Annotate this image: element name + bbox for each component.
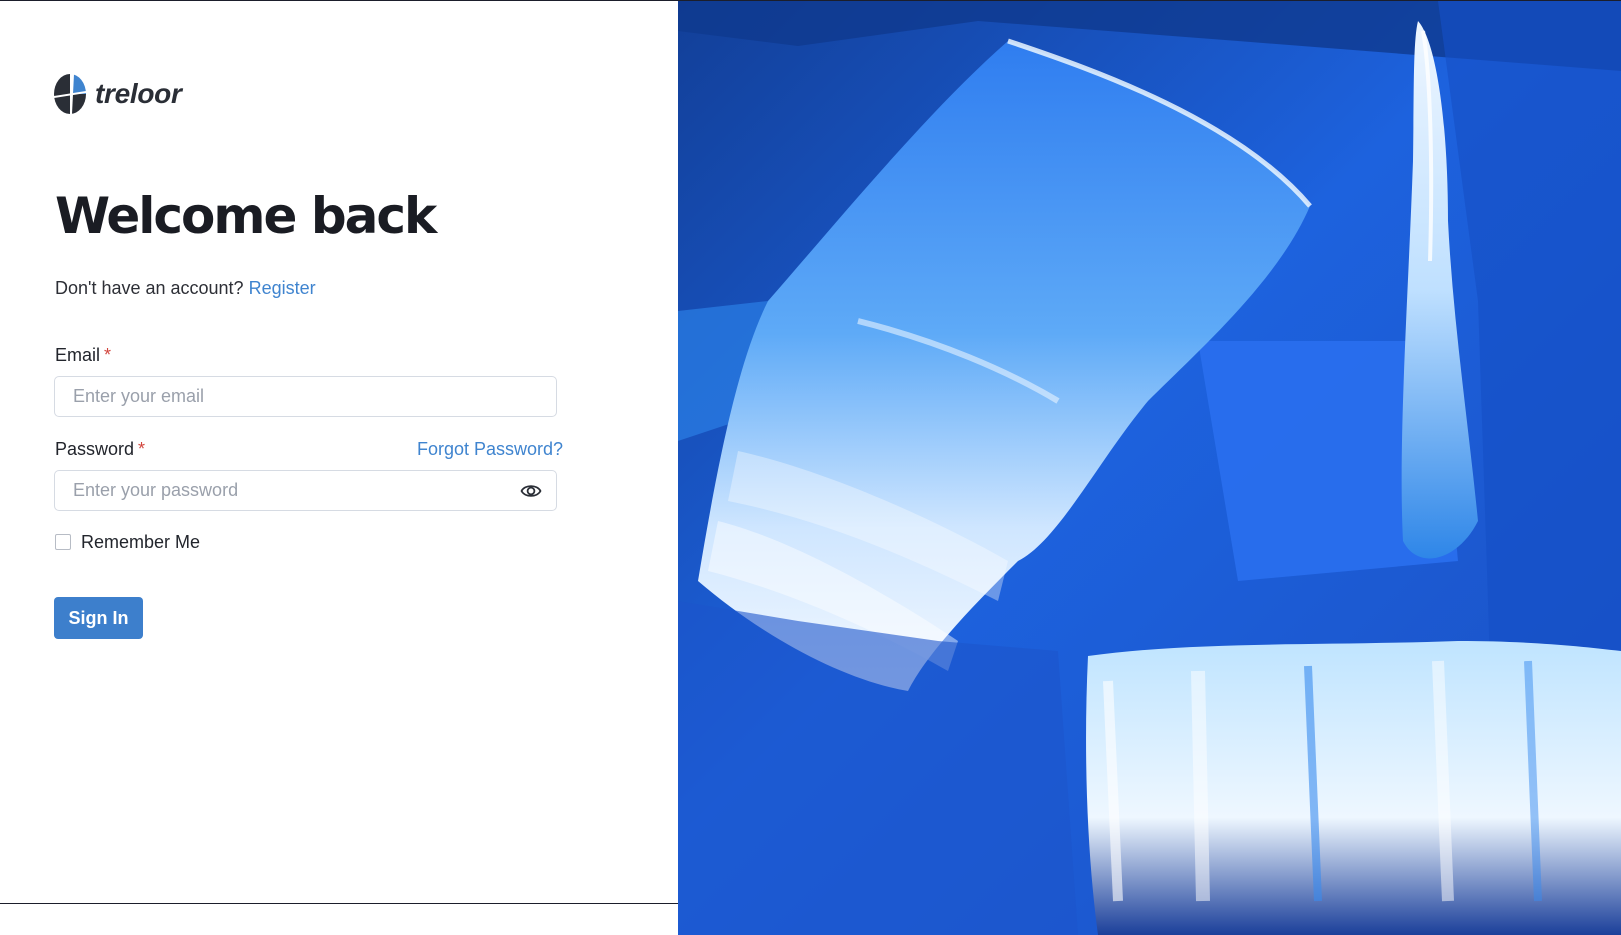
brand-name: treloor (95, 78, 182, 109)
eye-icon[interactable] (520, 481, 542, 501)
email-label: Email * (55, 343, 111, 367)
register-prompt-row: Don't have an account? Register (55, 276, 316, 300)
password-field-box (54, 470, 557, 511)
bottom-border (0, 903, 678, 904)
password-label: Password * (55, 437, 145, 461)
login-page: treloor Welcome back Don't have an accou… (0, 0, 1621, 935)
hero-image (678, 1, 1621, 935)
remember-me-row: Remember Me (55, 530, 200, 554)
email-field[interactable] (55, 377, 556, 416)
remember-me-label[interactable]: Remember Me (81, 532, 200, 553)
email-field-box (54, 376, 557, 417)
register-link[interactable]: Register (249, 278, 316, 298)
email-required-mark: * (104, 345, 112, 365)
password-field[interactable] (55, 471, 556, 510)
password-required-mark: * (138, 439, 146, 459)
password-label-text: Password (55, 439, 135, 459)
register-prompt-text: Don't have an account? (55, 278, 244, 298)
page-title: Welcome back (55, 187, 437, 245)
login-panel: treloor Welcome back Don't have an accou… (0, 1, 678, 903)
brand-logo[interactable]: treloor (54, 73, 182, 115)
split-circle-logo-icon (54, 74, 86, 114)
forgot-password-link[interactable]: Forgot Password? (417, 437, 563, 461)
email-label-text: Email (55, 345, 101, 365)
abstract-paint-artwork (678, 1, 1621, 935)
remember-me-checkbox[interactable] (55, 534, 71, 550)
sign-in-button[interactable]: Sign In (54, 597, 143, 639)
